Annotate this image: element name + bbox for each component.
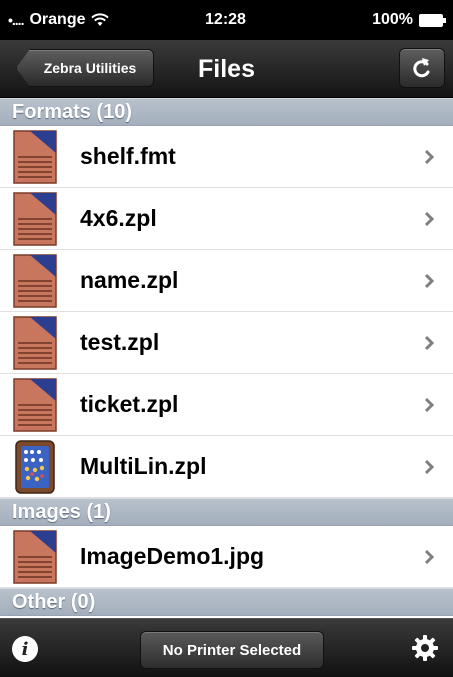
navigation-bar: Files Zebra Utilities bbox=[0, 40, 453, 98]
status-time: 12:28 bbox=[205, 11, 246, 28]
list-item[interactable]: shelf.fmt bbox=[0, 126, 453, 188]
file-name: ImageDemo1.jpg bbox=[80, 543, 265, 569]
section-header-formats: Formats (10) bbox=[0, 98, 453, 126]
list-item[interactable]: ImageDemo1.jpg bbox=[0, 526, 453, 588]
file-name: ticket.zpl bbox=[80, 391, 179, 417]
chevron-right-icon bbox=[424, 549, 435, 564]
bottom-toolbar: i No Printer Selected bbox=[0, 618, 453, 677]
file-name: 4x6.zpl bbox=[80, 205, 157, 231]
document-icon bbox=[13, 129, 57, 184]
settings-button[interactable] bbox=[411, 634, 439, 662]
label-preview-icon bbox=[15, 439, 55, 494]
file-list: Formats (10) shelf.fmt 4x6.zpl name.zpl … bbox=[0, 98, 453, 618]
chevron-right-icon bbox=[424, 211, 435, 226]
carrier-name: Orange bbox=[29, 11, 86, 28]
refresh-icon bbox=[413, 58, 430, 78]
file-name: test.zpl bbox=[80, 329, 160, 355]
document-icon bbox=[13, 315, 57, 370]
list-item[interactable]: name.zpl bbox=[0, 250, 453, 312]
section-header-images: Images (1) bbox=[0, 498, 453, 526]
list-item[interactable]: MultiLin.zpl bbox=[0, 436, 453, 498]
list-item[interactable]: 4x6.zpl bbox=[0, 188, 453, 250]
status-bar: •.... Orange 12:28 100% bbox=[0, 0, 453, 40]
file-name: MultiLin.zpl bbox=[80, 453, 207, 479]
status-left: •.... Orange bbox=[8, 11, 158, 29]
document-icon bbox=[13, 377, 57, 432]
chevron-right-icon bbox=[424, 459, 435, 474]
document-icon bbox=[13, 253, 57, 308]
battery-icon bbox=[419, 13, 446, 27]
back-button[interactable]: Zebra Utilities bbox=[16, 49, 154, 87]
battery-percent: 100% bbox=[372, 11, 413, 28]
document-icon bbox=[13, 191, 57, 246]
file-name: name.zpl bbox=[80, 267, 179, 293]
signal-strength-icon: •.... bbox=[8, 12, 25, 28]
wifi-icon bbox=[91, 13, 110, 27]
chevron-right-icon bbox=[424, 273, 435, 288]
select-printer-button[interactable]: No Printer Selected bbox=[140, 631, 324, 669]
file-name: shelf.fmt bbox=[80, 143, 176, 169]
chevron-right-icon bbox=[424, 397, 435, 412]
refresh-button[interactable] bbox=[399, 48, 445, 88]
document-icon bbox=[13, 529, 57, 584]
info-button[interactable]: i bbox=[12, 636, 38, 662]
list-item[interactable]: test.zpl bbox=[0, 312, 453, 374]
chevron-right-icon bbox=[424, 149, 435, 164]
status-right: 100% bbox=[293, 11, 446, 29]
chevron-right-icon bbox=[424, 335, 435, 350]
gear-icon bbox=[412, 635, 438, 661]
section-header-other: Other (0) bbox=[0, 588, 453, 616]
list-item[interactable]: ticket.zpl bbox=[0, 374, 453, 436]
